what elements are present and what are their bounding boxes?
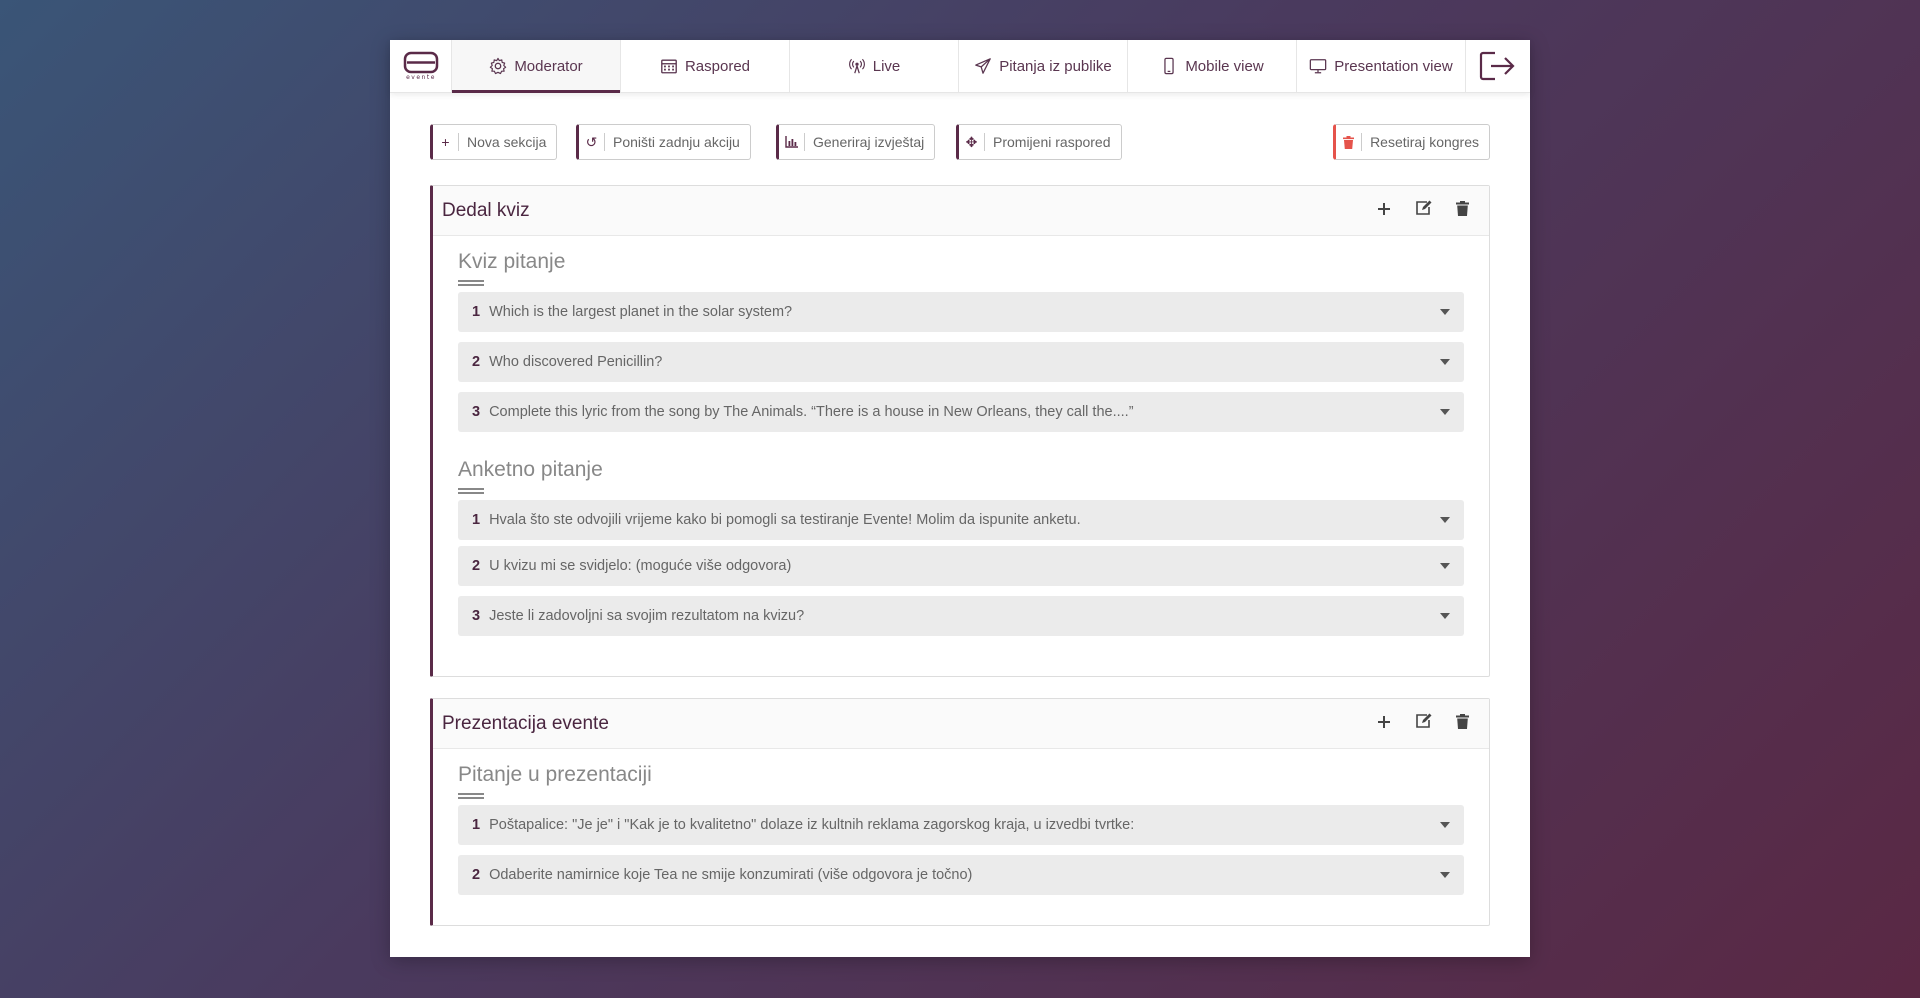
tab-presentation-label: Presentation view (1334, 57, 1453, 75)
group-title: Kviz pitanje (458, 250, 1464, 282)
section-header: Prezentacija evente (433, 699, 1489, 749)
caret-down-icon (1440, 517, 1450, 523)
logout-icon (1479, 51, 1515, 81)
caret-down-icon (1440, 409, 1450, 415)
top-nav: evente Moderator Raspored Live Pitanja i… (390, 40, 1530, 93)
reset-congress-label: Resetiraj kongres (1370, 134, 1479, 150)
reorder-label: Promijeni raspored (993, 134, 1111, 150)
tab-moderator-label: Moderator (514, 57, 583, 75)
trash-icon (1455, 201, 1469, 216)
question-number: 1 (472, 304, 481, 320)
report-button[interactable]: Generiraj izvještaj (776, 124, 936, 160)
tab-raspored[interactable]: Raspored (621, 40, 790, 92)
question-row[interactable]: 2 Odaberite namirnice koje Tea ne smije … (458, 855, 1464, 895)
edit-section-button[interactable] (1414, 200, 1432, 221)
question-text: U kvizu mi se svidjelo: (moguće više odg… (489, 558, 792, 574)
edit-icon (1415, 713, 1431, 728)
group-title: Pitanje u prezentaciji (458, 763, 1464, 795)
edit-section-button[interactable] (1414, 713, 1432, 734)
plus-icon (1378, 716, 1390, 728)
delete-section-button[interactable] (1453, 200, 1471, 221)
question-row[interactable]: 3 Jeste li zadovoljni sa svojim rezultat… (458, 596, 1464, 636)
question-number: 1 (472, 817, 481, 833)
reset-congress-button[interactable]: Resetiraj kongres (1333, 124, 1490, 160)
question-number: 2 (472, 354, 481, 370)
section-card: Dedal kviz Kviz pitanje 1 Which is the l… (430, 185, 1490, 677)
question-text: Who discovered Penicillin? (489, 354, 663, 370)
caret-down-icon (1440, 872, 1450, 878)
tab-mobile-view[interactable]: Mobile view (1128, 40, 1297, 92)
add-question-button[interactable] (1375, 713, 1393, 734)
trash-icon (1336, 133, 1363, 151)
question-text: Hvala što ste odvojili vrijeme kako bi p… (489, 512, 1081, 528)
tab-live-label: Live (872, 57, 901, 75)
caret-down-icon (1440, 563, 1450, 569)
tab-mobile-label: Mobile view (1185, 57, 1264, 75)
tab-raspored-label: Raspored (684, 57, 751, 75)
question-number: 2 (472, 558, 481, 574)
question-group: Pitanje u prezentaciji 1 Poštapalice: "J… (433, 763, 1489, 895)
question-row[interactable]: 1 Poštapalice: "Je je" i "Kak je to kval… (458, 805, 1464, 845)
evente-logo[interactable]: evente (390, 40, 452, 92)
caret-down-icon (1440, 613, 1450, 619)
question-number: 3 (472, 404, 481, 420)
question-group: Anketno pitanje 1 Hvala što ste odvojili… (433, 458, 1489, 636)
tab-live[interactable]: Live (790, 40, 959, 92)
svg-text:evente: evente (406, 74, 436, 81)
group-title: Anketno pitanje (458, 458, 1464, 490)
logout-button[interactable] (1466, 40, 1530, 92)
plus-icon: + (433, 133, 459, 151)
section-title: Prezentacija evente (442, 712, 609, 734)
undo-icon: ↺ (579, 133, 605, 151)
caret-down-icon (1440, 822, 1450, 828)
logo-icon: evente (403, 51, 438, 81)
question-row[interactable]: 1 Which is the largest planet in the sol… (458, 292, 1464, 332)
question-row[interactable]: 2 Who discovered Penicillin? (458, 342, 1464, 382)
question-row[interactable]: 2 U kvizu mi se svidjelo: (moguće više o… (458, 546, 1464, 586)
edit-icon (1415, 200, 1431, 215)
add-question-button[interactable] (1375, 200, 1393, 221)
report-label: Generiraj izvještaj (813, 134, 925, 150)
tab-pitanja-iz-publike[interactable]: Pitanja iz publike (959, 40, 1128, 92)
new-section-button[interactable]: + Nova sekcija (430, 124, 558, 160)
question-number: 1 (472, 512, 481, 528)
section-header: Dedal kviz (433, 186, 1489, 236)
broadcast-icon (848, 58, 865, 74)
gear-icon (490, 57, 507, 75)
question-text: Odaberite namirnice koje Tea ne smije ko… (489, 867, 973, 883)
tab-pitanja-label: Pitanja iz publike (999, 57, 1112, 75)
bar-chart-icon (779, 133, 805, 151)
undo-label: Poništi zadnju akciju (613, 134, 740, 150)
undo-button[interactable]: ↺ Poništi zadnju akciju (576, 124, 751, 160)
section-title: Dedal kviz (442, 199, 530, 221)
section-actions (1375, 200, 1489, 221)
question-text: Complete this lyric from the song by The… (489, 404, 1134, 420)
question-row[interactable]: 3 Complete this lyric from the song by T… (458, 392, 1464, 432)
question-number: 3 (472, 608, 481, 624)
question-text: Jeste li zadovoljni sa svojim rezultatom… (489, 608, 805, 624)
tab-presentation-view[interactable]: Presentation view (1297, 40, 1466, 92)
question-row[interactable]: 1 Hvala što ste odvojili vrijeme kako bi… (458, 500, 1464, 540)
tab-moderator[interactable]: Moderator (452, 40, 621, 93)
app-window: evente Moderator Raspored Live Pitanja i… (390, 40, 1530, 957)
question-group: Kviz pitanje 1 Which is the largest plan… (433, 250, 1489, 432)
question-text: Which is the largest planet in the solar… (489, 304, 793, 320)
question-text: Poštapalice: "Je je" i "Kak je to kvalit… (489, 817, 1135, 833)
section-card: Prezentacija evente Pitanje u prezentaci… (430, 698, 1490, 926)
new-section-label: Nova sekcija (467, 134, 547, 150)
monitor-icon (1310, 59, 1327, 74)
move-icon: ✥ (959, 133, 985, 151)
section-actions (1375, 713, 1489, 734)
paper-plane-icon (975, 58, 992, 74)
caret-down-icon (1440, 359, 1450, 365)
reorder-button[interactable]: ✥ Promijeni raspored (956, 124, 1122, 160)
trash-icon (1455, 714, 1469, 729)
toolbar: + Nova sekcija ↺ Poništi zadnju akciju G… (430, 124, 1490, 160)
calendar-icon (661, 59, 677, 74)
caret-down-icon (1440, 309, 1450, 315)
delete-section-button[interactable] (1453, 713, 1471, 734)
plus-icon (1378, 203, 1390, 215)
mobile-icon (1164, 57, 1174, 75)
question-number: 2 (472, 867, 481, 883)
